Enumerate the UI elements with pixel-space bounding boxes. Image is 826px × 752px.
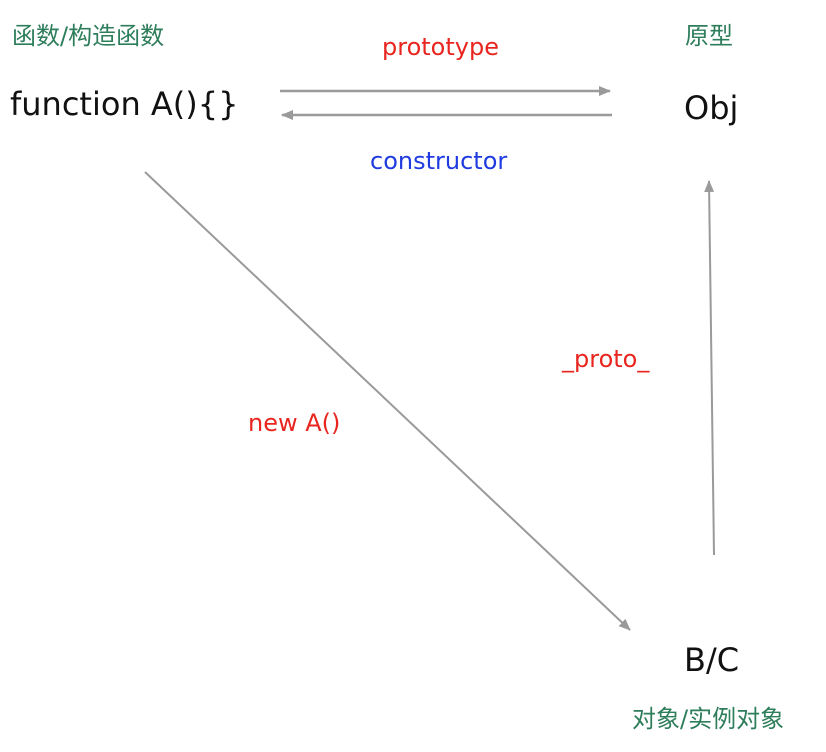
prototype-edge-label: prototype [382,33,499,61]
instance-node: B/C [684,641,740,679]
instance-caption: 对象/实例对象 [632,705,785,733]
function-caption: 函数/构造函数 [12,22,165,50]
new-instance-arrow [144,171,631,631]
proto-edge-label: _proto_ [562,345,650,373]
function-node: function A(){} [10,85,239,123]
new-instance-edge-label: new A() [248,409,341,437]
proto-arrow [704,180,715,556]
prototype-node: Obj [684,89,739,127]
constructor-edge-label: constructor [370,147,508,175]
prototype-caption: 原型 [685,22,733,50]
